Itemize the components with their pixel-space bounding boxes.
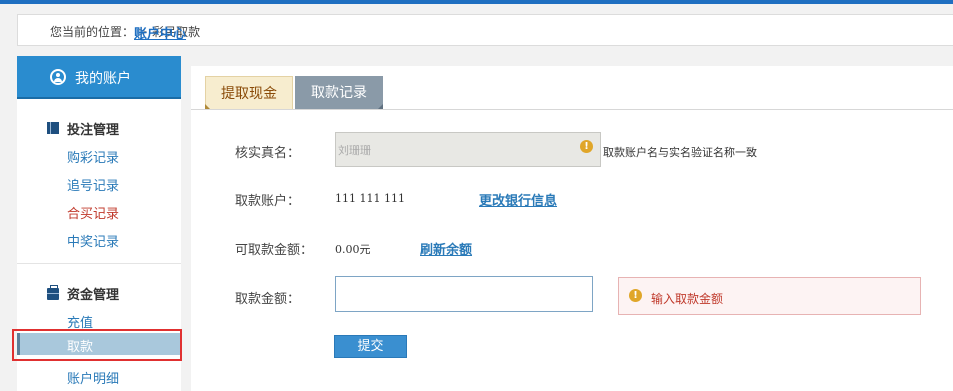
sidebar-item-chase-records[interactable]: 追号记录 (67, 175, 119, 194)
account-value: 111 111 111 (335, 192, 405, 205)
sidebar-group-title: 投注管理 (67, 123, 120, 138)
tab-withdraw-records[interactable]: 取款记录 (295, 76, 383, 110)
top-accent-bar (0, 0, 953, 4)
sidebar-account-header[interactable]: 我的账户 (17, 56, 181, 99)
breadcrumb: 您当前的位置： 账户中心 > 彩民取款 (17, 14, 953, 46)
sidebar-item-account-details[interactable]: 账户明细 (67, 368, 119, 387)
main-panel: 提取现金 取款记录 核实真名： 刘珊珊 ! 取款账户名与实名验证名称一致 取款账… (191, 66, 953, 391)
realname-field: 刘珊珊 (335, 132, 601, 167)
amount-input[interactable] (335, 276, 593, 312)
refresh-balance-link[interactable]: 刷新余额 (420, 239, 472, 258)
sidebar-group-title: 资金管理 (67, 288, 120, 303)
user-icon (50, 69, 66, 85)
breadcrumb-link-account-center[interactable]: 账户中心 (134, 23, 186, 42)
tab-label: 提取现金 (221, 86, 277, 102)
realname-value: 刘珊珊 (338, 144, 371, 157)
breadcrumb-prefix: 您当前的位置： (50, 25, 135, 39)
tab-label: 取款记录 (311, 85, 367, 101)
amount-error-text: 输入取款金额 (651, 292, 724, 306)
info-icon: ! (580, 140, 593, 153)
sidebar-divider (17, 263, 181, 264)
amount-error-message: ! 输入取款金额 (618, 277, 921, 315)
account-label: 取款账户： (235, 194, 301, 209)
change-bank-link[interactable]: 更改银行信息 (479, 190, 557, 209)
sidebar-item-group-buy-records[interactable]: 合买记录 (67, 203, 119, 222)
submit-button[interactable]: 提交 (334, 335, 407, 358)
tab-withdraw-cash[interactable]: 提取现金 (205, 76, 293, 110)
available-value: 0.00元 (335, 243, 371, 256)
sidebar-item-prize-records[interactable]: 中奖记录 (67, 231, 119, 250)
briefcase-icon (47, 285, 59, 300)
available-label: 可取款金额： (235, 243, 314, 258)
book-icon (47, 122, 59, 134)
tab-divider (191, 109, 953, 110)
realname-label: 核实真名： (235, 146, 301, 161)
sidebar-item-purchase-records[interactable]: 购彩记录 (67, 147, 119, 166)
warning-icon: ! (629, 289, 642, 302)
sidebar-account-title: 我的账户 (75, 71, 131, 87)
highlight-box (12, 329, 182, 361)
amount-label: 取款金额： (235, 292, 301, 307)
realname-hint: 取款账户名与实名验证名称一致 (603, 146, 757, 159)
